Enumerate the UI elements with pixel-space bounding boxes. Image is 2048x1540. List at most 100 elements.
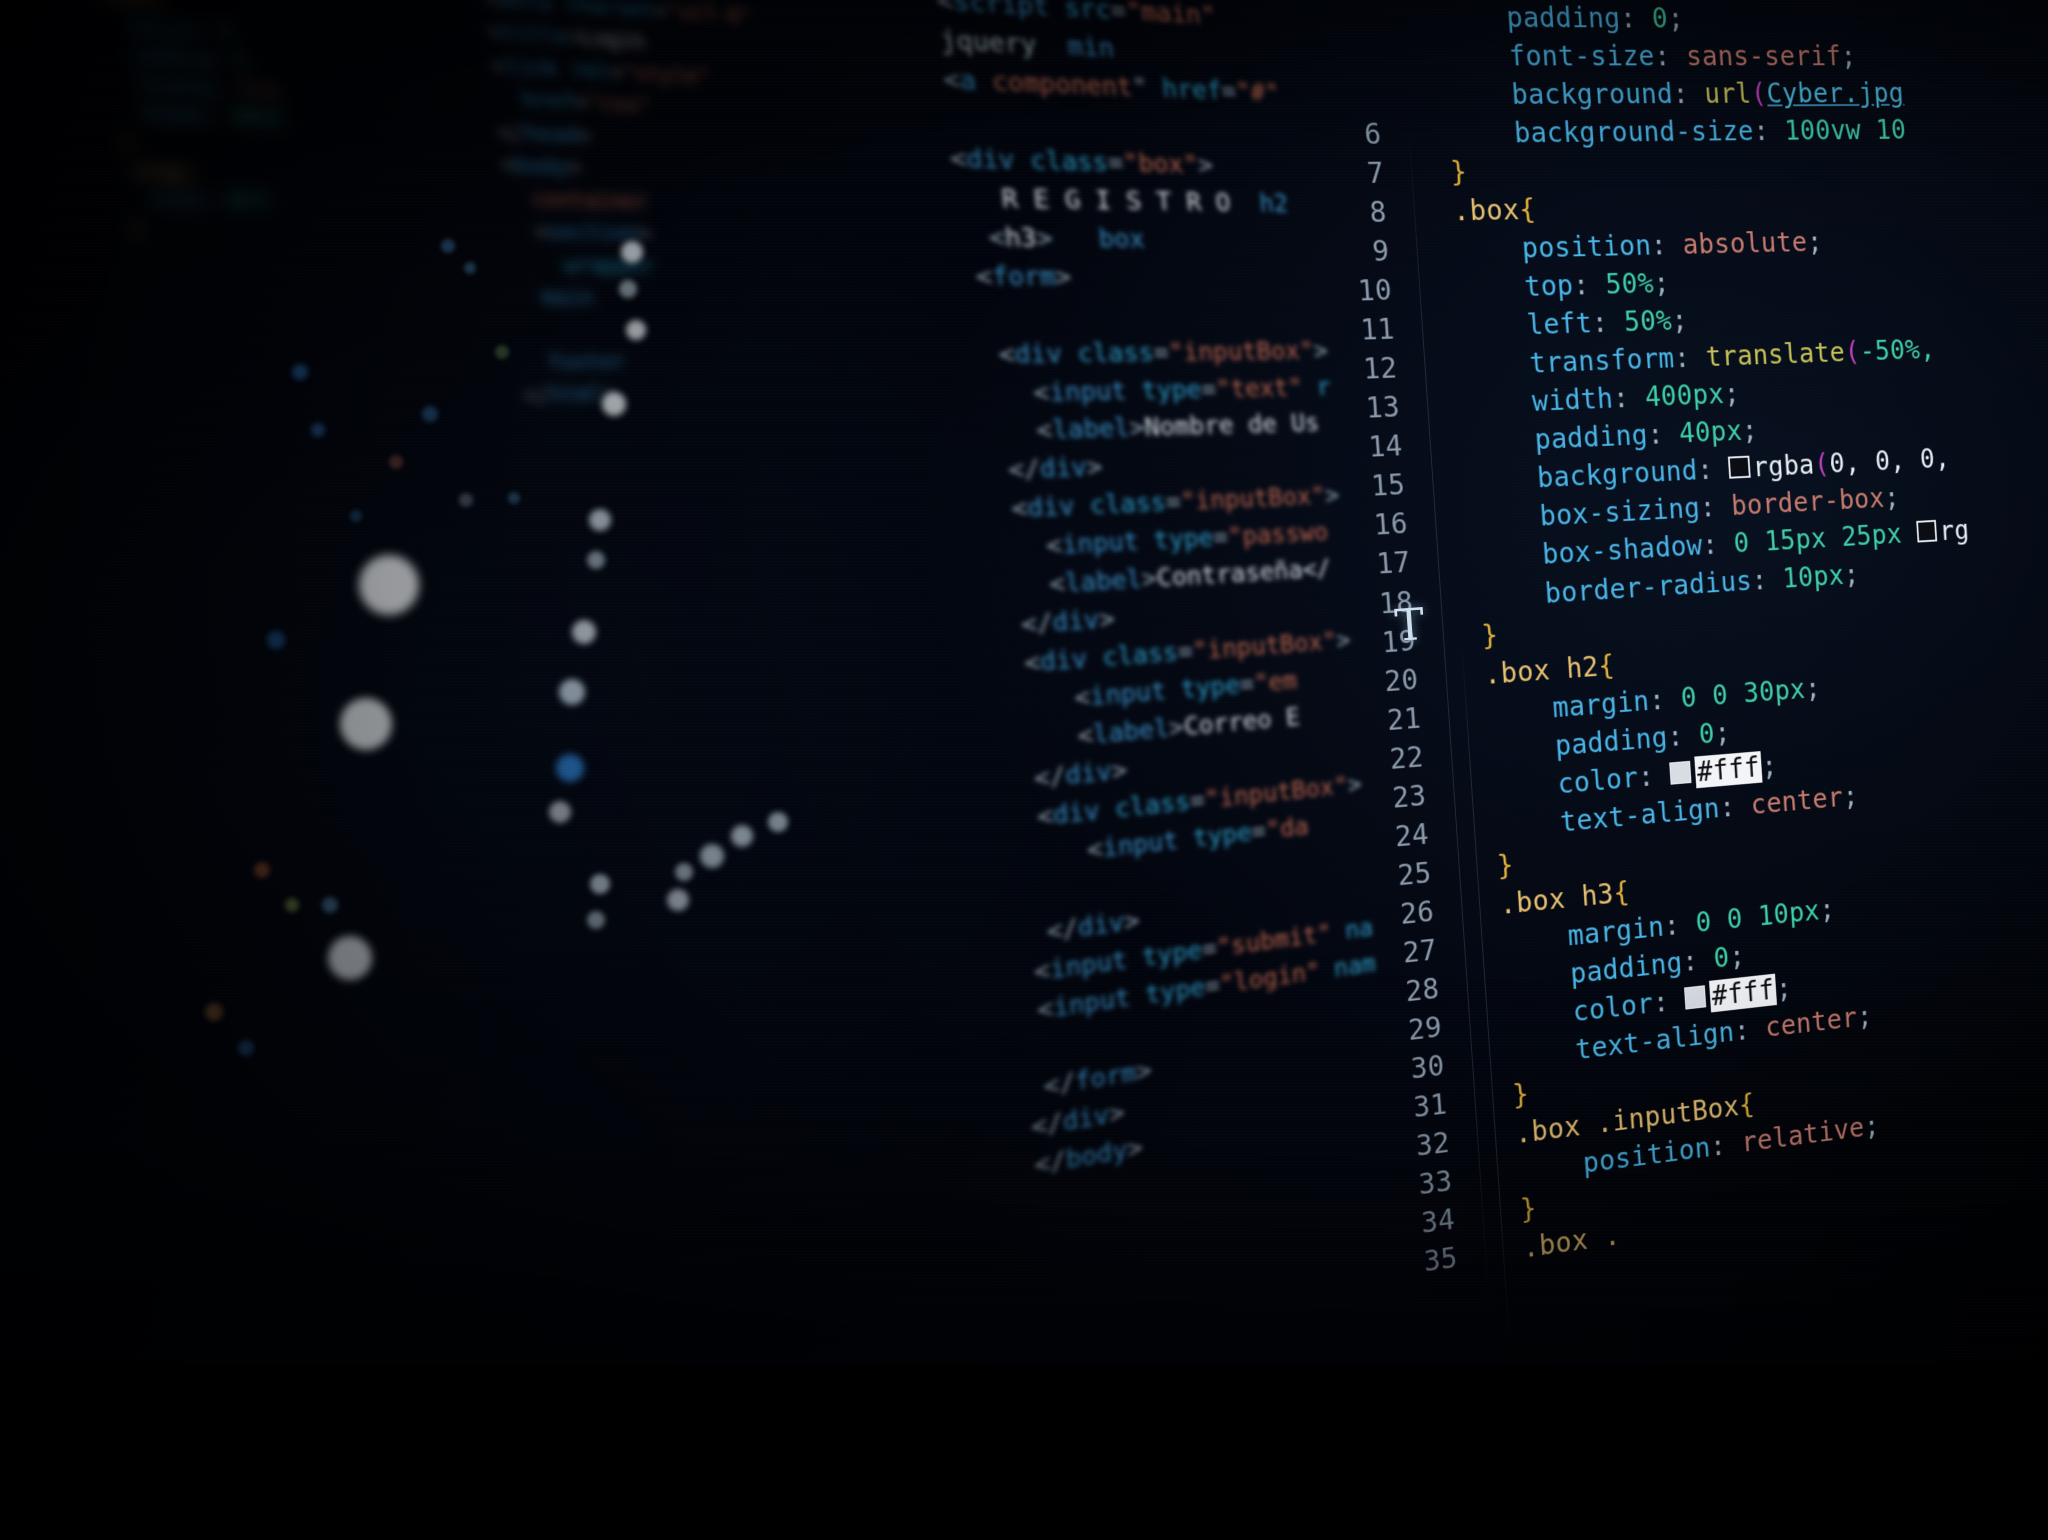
code-token: ; xyxy=(1761,749,1779,782)
code-line[interactable]: background: url(Cyber.jpg xyxy=(1334,74,2048,115)
code-token: sans-serif xyxy=(1685,40,1842,72)
line-number: 22 xyxy=(1379,737,1425,779)
code-token: </ xyxy=(497,120,526,146)
code-token: box-shadow xyxy=(1541,530,1703,571)
code-token: : xyxy=(1591,306,1625,339)
code-token: min xyxy=(1066,33,1115,64)
code-token xyxy=(1432,386,1534,423)
code-token: < xyxy=(949,532,1063,566)
line-number: 11 xyxy=(1350,310,1396,350)
code-token: > xyxy=(1135,1056,1152,1086)
code-token: } xyxy=(120,130,134,152)
code-token: display xyxy=(137,73,217,98)
code-token: Login xyxy=(580,26,646,54)
code-token: : xyxy=(1701,528,1734,561)
color-swatch-icon xyxy=(1728,456,1750,479)
code-token: body xyxy=(514,154,569,180)
code-token: h3 xyxy=(1004,224,1038,253)
code-token: < xyxy=(909,64,961,95)
code-token xyxy=(510,252,565,277)
line-number: 25 xyxy=(1387,853,1433,896)
code-token: < xyxy=(936,378,1050,409)
code-token: < xyxy=(966,722,1095,762)
code-token: div xyxy=(1052,797,1101,830)
line-number: 12 xyxy=(1352,349,1398,390)
code-line[interactable]: padding: 0; xyxy=(1328,0,2048,38)
code-token: </ xyxy=(995,1068,1076,1109)
code-token xyxy=(919,183,1002,214)
code-token: form xyxy=(991,263,1057,292)
css-code-block[interactable]: margin: 0; padding: 0; font-size: sans-s… xyxy=(1326,0,2048,1283)
code-token: > xyxy=(1054,263,1072,292)
code-token: "passwo xyxy=(1227,519,1329,551)
code-token: < xyxy=(959,649,1041,684)
code-token: color xyxy=(1572,987,1654,1028)
code-token: width xyxy=(1531,383,1614,418)
line-number: 27 xyxy=(1392,930,1438,973)
code-token: : xyxy=(1751,563,1784,596)
code-token: { xyxy=(1738,1088,1756,1121)
code-token: } xyxy=(130,217,144,239)
line-number: 7 xyxy=(1339,154,1385,194)
code-token: #fff xyxy=(227,190,272,212)
code-token xyxy=(114,72,139,95)
code-token: > xyxy=(1098,606,1116,635)
code-token: ; xyxy=(1804,672,1821,704)
code-token: : xyxy=(197,19,221,42)
code-token: input xyxy=(1049,946,1128,984)
code-token: > xyxy=(1324,483,1340,511)
code-token xyxy=(1416,156,1452,189)
code-token: < xyxy=(926,262,993,291)
line-number: 30 xyxy=(1400,1046,1446,1090)
code-token: : xyxy=(1619,2,1653,34)
code-token: .box xyxy=(1452,194,1520,228)
code-token: "inputBox" xyxy=(1192,628,1338,666)
code-token xyxy=(1424,271,1526,306)
code-token: > xyxy=(1111,757,1129,786)
code-token: #fff xyxy=(1709,973,1777,1012)
code-token: ; xyxy=(1840,41,1857,72)
code-token: > xyxy=(1313,337,1329,364)
code-token: </ xyxy=(969,762,1066,800)
line-number: 32 xyxy=(1405,1123,1450,1167)
code-token: < xyxy=(946,495,1029,527)
code-token xyxy=(107,13,132,36)
code-token: { xyxy=(1597,649,1615,682)
code-token: : xyxy=(206,105,230,127)
code-token: > xyxy=(1347,771,1363,799)
code-token xyxy=(1429,347,1531,383)
code-token: > xyxy=(637,222,652,246)
code-token: absolute xyxy=(1682,226,1808,260)
code-token: src xyxy=(1063,0,1112,25)
code-token: Correo E xyxy=(1183,704,1301,742)
code-token: input xyxy=(1061,528,1140,560)
code-token: "inputBox" xyxy=(1180,483,1327,517)
css-code-pane[interactable]: margin: 0; padding: 0; font-size: sans-s… xyxy=(1323,0,2048,1436)
code-token: : xyxy=(1650,229,1684,262)
code-token: : xyxy=(1663,907,1697,942)
code-token: > xyxy=(1126,1134,1143,1164)
code-token: "main" xyxy=(1125,0,1217,31)
code-token: ; xyxy=(1667,2,1685,34)
code-token: height xyxy=(140,102,209,126)
code-token xyxy=(1048,0,1066,23)
line-number: 21 xyxy=(1376,698,1422,740)
code-token: : xyxy=(1648,682,1682,716)
code-token: } xyxy=(1449,156,1468,189)
code-token: R E G I S T R O xyxy=(1001,185,1232,217)
code-token: ; xyxy=(1806,226,1823,258)
code-token: background xyxy=(1536,455,1698,495)
code-token: : xyxy=(1572,269,1606,302)
code-token xyxy=(1481,1118,1516,1154)
code-token: < xyxy=(933,340,1016,370)
code-token: Contraseña</ xyxy=(1156,556,1332,593)
code-token: : xyxy=(1647,418,1681,451)
line-number: 24 xyxy=(1384,814,1430,857)
code-token: : xyxy=(1709,1127,1742,1163)
code-token xyxy=(1466,888,1501,924)
code-token: padding xyxy=(133,44,213,70)
code-token: : xyxy=(1673,341,1707,374)
code-token: class xyxy=(1076,339,1155,368)
code-token: < xyxy=(916,144,967,175)
code-line[interactable]: font-size: sans-serif; xyxy=(1331,36,2048,75)
